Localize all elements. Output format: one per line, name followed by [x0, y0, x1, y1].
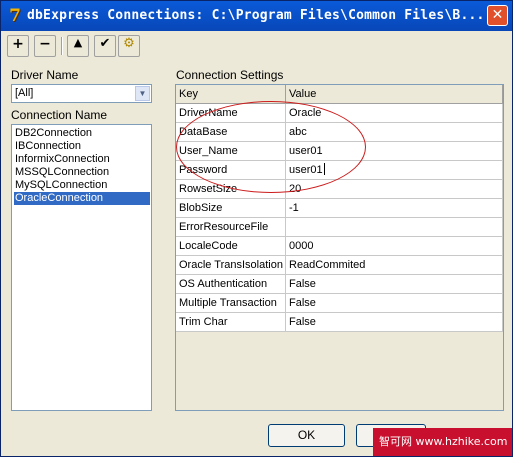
connection-settings-label: Connection Settings: [176, 68, 284, 82]
connection-list-item[interactable]: DB2Connection: [14, 127, 92, 140]
test-connection-button[interactable]: ✔: [94, 35, 116, 57]
column-header-key[interactable]: Key: [176, 85, 286, 104]
settings-row[interactable]: RowsetSize 20: [176, 180, 503, 199]
setting-key: Oracle TransIsolation: [176, 256, 286, 275]
title-bar[interactable]: 7 dbExpress Connections: C:\Program File…: [1, 1, 512, 31]
setting-key: Multiple Transaction: [176, 294, 286, 313]
setting-value[interactable]: [286, 218, 503, 237]
setting-value[interactable]: False: [286, 275, 503, 294]
column-header-value[interactable]: Value: [286, 85, 503, 104]
connection-list[interactable]: DB2Connection IBConnection InformixConnect…: [11, 124, 152, 411]
chevron-down-icon[interactable]: ▼: [135, 86, 150, 101]
window-title: dbExpress Connections: C:\Program Files\…: [27, 8, 485, 23]
text-caret: [323, 163, 325, 175]
settings-row[interactable]: Trim Char False: [176, 313, 503, 332]
connection-list-item[interactable]: MSSQLConnection: [14, 166, 109, 179]
setting-key: User_Name: [176, 142, 286, 161]
settings-row[interactable]: ErrorResourceFile: [176, 218, 503, 237]
setting-key: Password: [176, 161, 286, 180]
connection-name-label: Connection Name: [11, 108, 108, 122]
close-button[interactable]: ✕: [487, 5, 508, 26]
rename-connection-button[interactable]: ▲: [67, 35, 89, 57]
toolbar-separator: [61, 37, 63, 55]
site-watermark: 智可网 www.hzhike.com: [373, 428, 512, 456]
setting-value[interactable]: 0000: [286, 237, 503, 256]
setting-key: ErrorResourceFile: [176, 218, 286, 237]
setting-key: DataBase: [176, 123, 286, 142]
connection-list-item[interactable]: InformixConnection: [14, 153, 110, 166]
config-button[interactable]: ⚙: [118, 35, 140, 57]
settings-row[interactable]: BlobSize -1: [176, 199, 503, 218]
driver-name-select[interactable]: [All] ▼: [11, 84, 152, 103]
driver-name-value: [All]: [15, 87, 34, 99]
setting-key: RowsetSize: [176, 180, 286, 199]
connection-list-item[interactable]: MySQLConnection: [14, 179, 107, 192]
driver-name-label: Driver Name: [11, 68, 79, 82]
add-connection-button[interactable]: +: [7, 35, 29, 57]
settings-row[interactable]: LocaleCode 0000: [176, 237, 503, 256]
connection-settings-grid[interactable]: Key Value DriverName Oracle DataBase abc Use…: [175, 84, 504, 411]
delphi-app-icon: 7: [9, 6, 21, 26]
grid-header: Key Value: [176, 85, 503, 104]
setting-key: LocaleCode: [176, 237, 286, 256]
dbexpress-connections-window: 7 dbExpress Connections: C:\Program File…: [0, 0, 513, 457]
setting-value[interactable]: 20: [286, 180, 503, 199]
setting-key: OS Authentication: [176, 275, 286, 294]
settings-row[interactable]: DataBase abc: [176, 123, 503, 142]
setting-value[interactable]: Oracle: [286, 104, 503, 123]
setting-value[interactable]: False: [286, 294, 503, 313]
settings-row[interactable]: User_Name user01: [176, 142, 503, 161]
ok-button[interactable]: OK: [268, 424, 345, 447]
setting-value[interactable]: -1: [286, 199, 503, 218]
setting-key: BlobSize: [176, 199, 286, 218]
setting-value[interactable]: user01: [286, 142, 503, 161]
settings-row[interactable]: Password user01: [176, 161, 503, 180]
setting-key: DriverName: [176, 104, 286, 123]
setting-value[interactable]: user01: [286, 161, 503, 180]
setting-key: Trim Char: [176, 313, 286, 332]
settings-row[interactable]: DriverName Oracle: [176, 104, 503, 123]
setting-value[interactable]: False: [286, 313, 503, 332]
connection-list-item[interactable]: OracleConnection: [14, 192, 150, 205]
setting-value[interactable]: abc: [286, 123, 503, 142]
settings-row[interactable]: Multiple Transaction False: [176, 294, 503, 313]
remove-connection-button[interactable]: −: [34, 35, 56, 57]
connection-list-item[interactable]: IBConnection: [14, 140, 81, 153]
settings-row[interactable]: Oracle TransIsolation ReadCommited: [176, 256, 503, 275]
setting-value[interactable]: ReadCommited: [286, 256, 503, 275]
settings-row[interactable]: OS Authentication False: [176, 275, 503, 294]
